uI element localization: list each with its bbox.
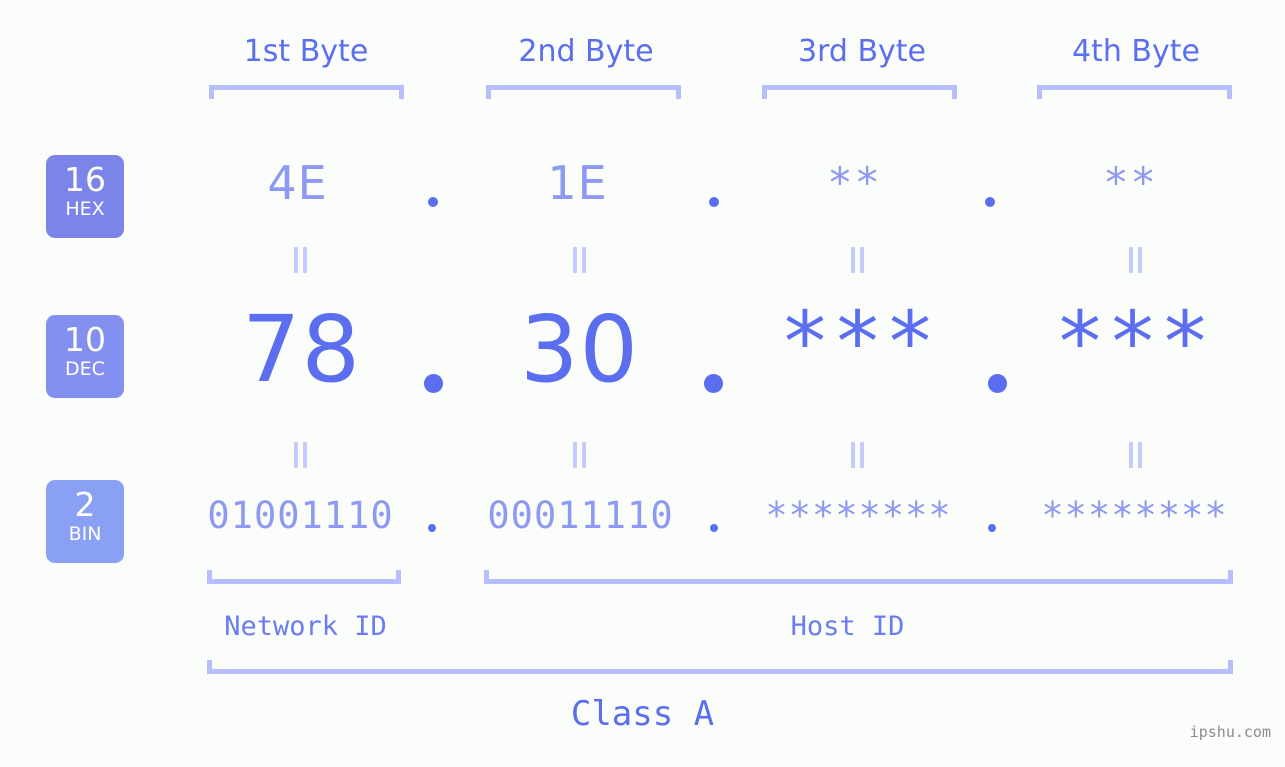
byte-header-1: 1st Byte	[243, 34, 369, 69]
hex-byte-1-value: 4E	[267, 156, 328, 210]
host-id-bracket	[484, 570, 1233, 584]
dec-byte-3-value: ***	[779, 293, 938, 391]
hex-row: 4E 1E ** **	[0, 157, 1285, 217]
equality-mark-dec-bin-2	[573, 442, 587, 468]
byte-bracket-1	[209, 85, 404, 99]
dec-dot-separator-2	[704, 374, 723, 393]
hex-byte-4-value: **	[1103, 158, 1158, 207]
hex-byte-3-value: **	[827, 158, 882, 207]
equality-mark-hex-dec-2	[573, 247, 587, 273]
byte-header-3: 3rd Byte	[797, 34, 927, 69]
dec-byte-2-value: 30	[519, 296, 640, 403]
dec-dot-separator-3	[988, 374, 1007, 393]
dec-dot-separator-1	[424, 374, 443, 393]
dec-byte-4-value: ***	[1054, 293, 1213, 391]
bin-dot-separator-1	[428, 524, 436, 532]
hex-byte-2-value: 1E	[547, 156, 608, 210]
bin-byte-2-value: 00011110	[487, 494, 674, 537]
network-id-bracket	[207, 570, 401, 584]
host-id-label: Host ID	[790, 611, 905, 642]
bin-row: 01001110 00011110 ******** ********	[0, 494, 1285, 546]
bin-dot-separator-2	[710, 524, 718, 532]
byte-bracket-4	[1037, 85, 1232, 99]
byte-header-2: 2nd Byte	[518, 34, 654, 69]
equality-mark-hex-dec-4	[1129, 247, 1143, 273]
ip-address-breakdown-diagram: 1st Byte 2nd Byte 3rd Byte 4th Byte 16 H…	[0, 0, 1285, 767]
byte-bracket-3	[762, 85, 957, 99]
bin-dot-separator-3	[988, 524, 996, 532]
equality-mark-dec-bin-4	[1129, 442, 1143, 468]
byte-bracket-2	[486, 85, 681, 99]
dec-byte-1-value: 78	[241, 296, 362, 403]
class-label: Class A	[570, 694, 715, 734]
equality-mark-hex-dec-1	[294, 247, 308, 273]
class-bracket	[207, 660, 1233, 674]
dec-row: 78 30 *** ***	[0, 293, 1285, 415]
hex-dot-separator-3	[985, 197, 995, 207]
byte-header-4: 4th Byte	[1072, 34, 1200, 69]
network-id-label: Network ID	[224, 611, 387, 642]
hex-dot-separator-2	[709, 197, 719, 207]
bin-byte-1-value: 01001110	[207, 494, 394, 537]
hex-dot-separator-1	[428, 197, 438, 207]
equality-mark-dec-bin-1	[294, 442, 308, 468]
watermark: ipshu.com	[1189, 723, 1271, 741]
equality-mark-dec-bin-3	[851, 442, 865, 468]
equality-mark-hex-dec-3	[851, 247, 865, 273]
bin-byte-3-value: ********	[765, 494, 952, 537]
bin-byte-4-value: ********	[1041, 494, 1228, 537]
